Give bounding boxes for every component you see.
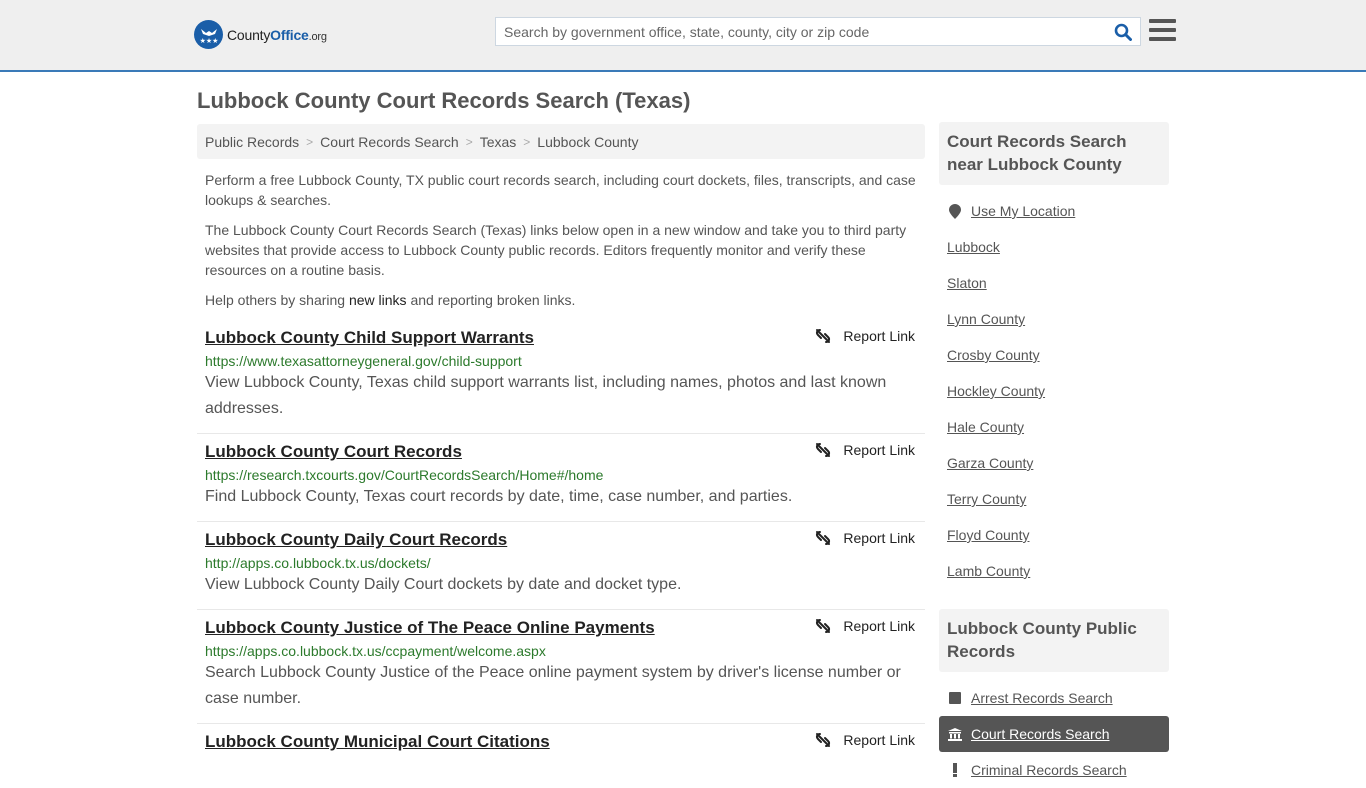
nearby-heading: Court Records Search near Lubbock County [939,122,1169,185]
hamburger-menu-icon[interactable] [1149,19,1176,43]
result-description: View Lubbock County, Texas child support… [205,374,887,417]
nearby-item: Lamb County [939,553,1169,589]
result-url[interactable]: https://apps.co.lubbock.tx.us/ccpayment/… [205,643,917,659]
result-item: Lubbock County Justice of The Peace Onli… [197,610,925,724]
site-logo[interactable]: ★★★ CountyOffice.org [194,20,327,49]
broken-link-icon [816,329,831,343]
broken-link-icon [816,619,831,633]
result-description: Find Lubbock County, Texas court records… [205,488,793,505]
result-item: Lubbock County Daily Court Records Repor… [197,522,925,610]
eagle-logo-icon: ★★★ [194,20,223,49]
report-link-button[interactable]: Report Link [815,442,915,458]
sidebar: Court Records Search near Lubbock County… [939,122,1169,788]
main-content: Public Records > Court Records Search > … [197,124,925,763]
report-link-button[interactable]: Report Link [815,618,915,634]
nearby-item: Slaton [939,265,1169,301]
nearby-item: Lubbock [939,229,1169,265]
result-item: Lubbock County Court Records Report Link… [197,434,925,522]
new-links-link[interactable]: new links [349,292,407,308]
breadcrumb-court-records-search[interactable]: Court Records Search [320,134,459,150]
nearby-link-floyd-county[interactable]: Floyd County [947,527,1029,543]
public-records-list: Arrest Records Search Court Records Sear… [939,680,1169,788]
top-header: ★★★ CountyOffice.org [0,0,1366,72]
search-icon [1114,23,1132,41]
court-records-search-link[interactable]: Court Records Search [971,726,1110,742]
public-records-item: Criminal Records Search [939,752,1169,788]
report-link-button[interactable]: Report Link [815,530,915,546]
nearby-item: Hockley County [939,373,1169,409]
report-link-button[interactable]: Report Link [815,732,915,748]
nearby-item: Hale County [939,409,1169,445]
intro-paragraph-1: Perform a free Lubbock County, TX public… [205,172,916,208]
result-item: Lubbock County Child Support Warrants Re… [197,320,925,434]
public-records-item: Arrest Records Search [939,680,1169,716]
logo-wordmark: CountyOffice.org [227,26,327,43]
nearby-item: Lynn County [939,301,1169,337]
broken-link-icon [816,531,831,545]
result-title-link[interactable]: Lubbock County Daily Court Records [205,530,507,550]
criminal-records-search-link[interactable]: Criminal Records Search [971,762,1127,778]
courthouse-icon [947,727,963,741]
result-url[interactable]: https://www.texasattorneygeneral.gov/chi… [205,353,917,369]
map-marker-icon [947,203,963,219]
use-my-location-link[interactable]: Use My Location [971,203,1075,219]
result-url[interactable]: https://research.txcourts.gov/CourtRecor… [205,467,917,483]
breadcrumb-separator: > [306,134,314,149]
result-item: Lubbock County Municipal Court Citations… [197,724,925,763]
nearby-link-terry-county[interactable]: Terry County [947,491,1026,507]
nearby-link-crosby-county[interactable]: Crosby County [947,347,1040,363]
page-title: Lubbock County Court Records Search (Tex… [197,88,691,113]
nearby-link-hockley-county[interactable]: Hockley County [947,383,1045,399]
breadcrumb-texas[interactable]: Texas [480,134,517,150]
intro-paragraph-3: Help others by sharing new links and rep… [205,292,576,308]
svg-text:★★★: ★★★ [199,37,218,45]
public-records-item-active: Court Records Search [939,716,1169,752]
result-url[interactable]: http://apps.co.lubbock.tx.us/dockets/ [205,555,917,571]
result-title-link[interactable]: Lubbock County Child Support Warrants [205,328,534,348]
nearby-link-slaton[interactable]: Slaton [947,275,987,291]
result-description: View Lubbock County Daily Court dockets … [205,576,682,593]
use-my-location-item: Use My Location [939,193,1169,229]
breadcrumb-separator: > [465,134,473,149]
result-title-link[interactable]: Lubbock County Municipal Court Citations [205,732,550,752]
nearby-item: Terry County [939,481,1169,517]
exclamation-icon [947,763,963,777]
nearby-link-garza-county[interactable]: Garza County [947,455,1033,471]
broken-link-icon [816,443,831,457]
breadcrumb-public-records[interactable]: Public Records [205,134,299,150]
nearby-link-lubbock[interactable]: Lubbock [947,239,1000,255]
report-link-button[interactable]: Report Link [815,328,915,344]
search-button[interactable] [1106,18,1140,45]
public-records-heading: Lubbock County Public Records [939,609,1169,672]
results-list: Lubbock County Child Support Warrants Re… [197,320,925,763]
broken-link-icon [816,733,831,747]
arrest-records-search-link[interactable]: Arrest Records Search [971,690,1113,706]
breadcrumb: Public Records > Court Records Search > … [197,124,925,159]
search-input[interactable] [496,18,1106,45]
nearby-item: Crosby County [939,337,1169,373]
nearby-link-lynn-county[interactable]: Lynn County [947,311,1025,327]
nearby-link-lamb-county[interactable]: Lamb County [947,563,1030,579]
nearby-item: Floyd County [939,517,1169,553]
nearby-item: Garza County [939,445,1169,481]
breadcrumb-separator: > [523,134,531,149]
nearby-list: Use My Location Lubbock Slaton Lynn Coun… [939,193,1169,589]
intro-text: Perform a free Lubbock County, TX public… [197,170,925,310]
square-icon [947,692,963,704]
nearby-link-hale-county[interactable]: Hale County [947,419,1024,435]
result-title-link[interactable]: Lubbock County Justice of The Peace Onli… [205,618,655,638]
result-description: Search Lubbock County Justice of the Pea… [205,664,901,707]
result-title-link[interactable]: Lubbock County Court Records [205,442,462,462]
search-bar [495,17,1141,46]
intro-paragraph-2: The Lubbock County Court Records Search … [205,222,907,278]
breadcrumb-lubbock-county[interactable]: Lubbock County [537,134,638,150]
